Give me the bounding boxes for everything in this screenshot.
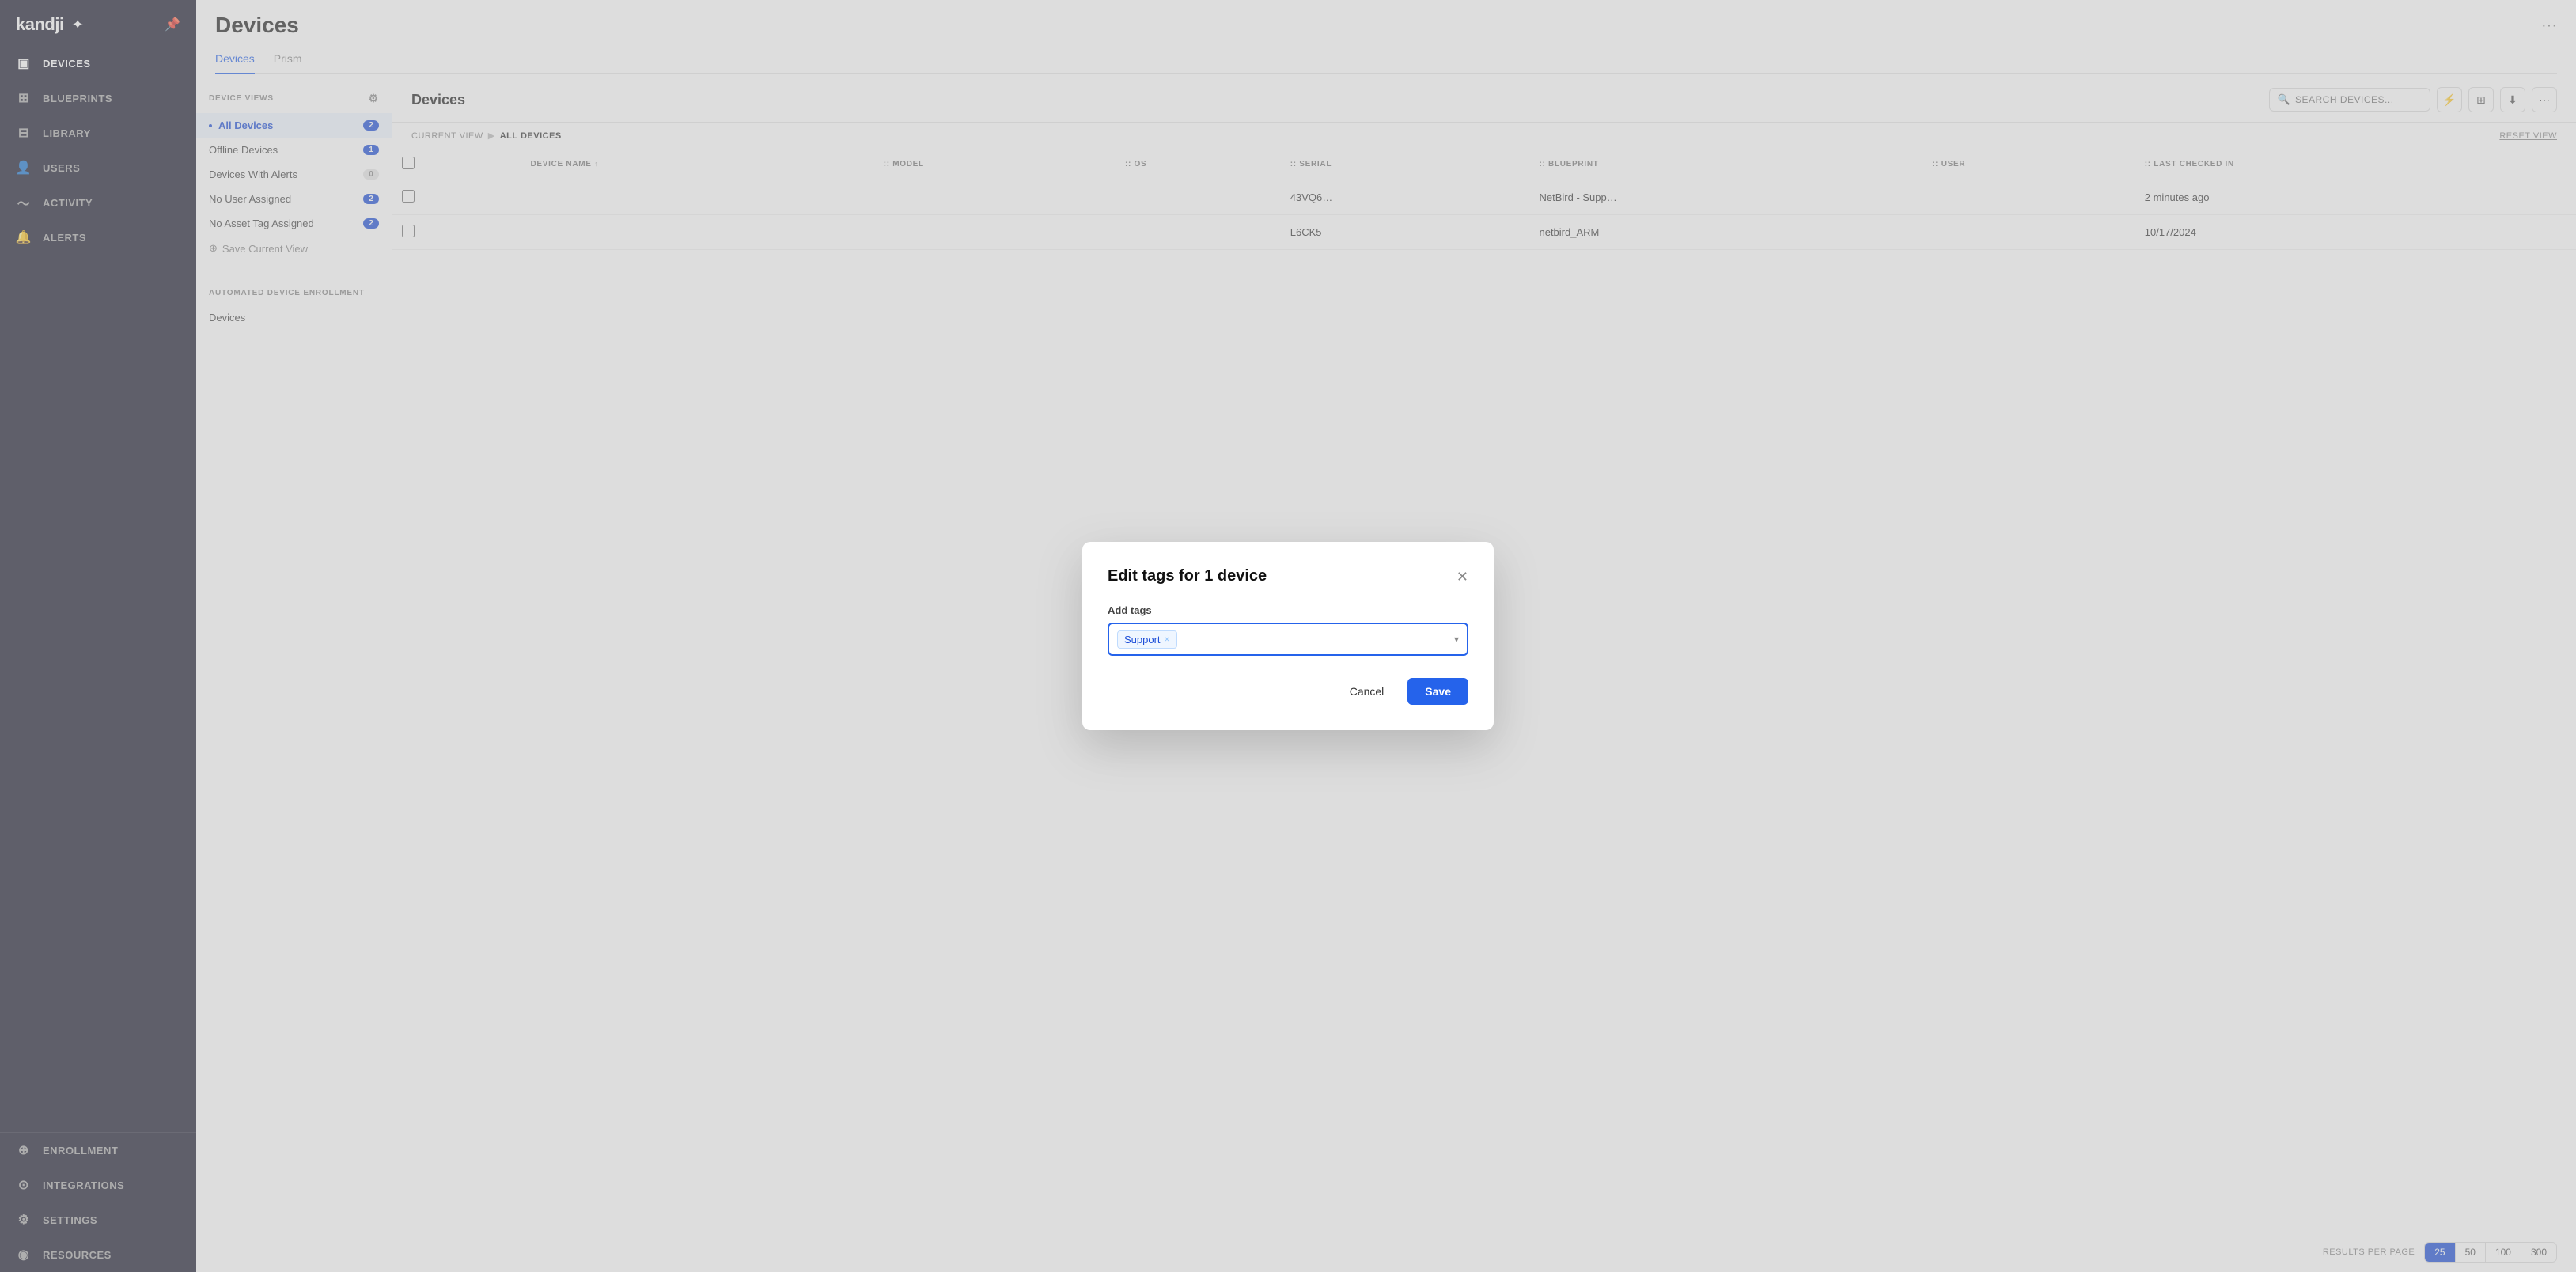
save-button[interactable]: Save [1407, 678, 1468, 705]
tag-chip-support: Support × [1117, 630, 1177, 649]
modal-add-tags-label: Add tags [1108, 604, 1468, 616]
modal-header: Edit tags for 1 device ✕ [1108, 567, 1468, 585]
tags-dropdown-arrow[interactable]: ▾ [1454, 634, 1459, 645]
tags-text-input[interactable] [1184, 634, 1448, 645]
modal-close-button[interactable]: ✕ [1457, 570, 1468, 584]
edit-tags-modal: Edit tags for 1 device ✕ Add tags Suppor… [1082, 542, 1494, 730]
cancel-button[interactable]: Cancel [1334, 678, 1400, 705]
modal-footer: Cancel Save [1108, 678, 1468, 705]
tag-chip-label: Support [1124, 634, 1161, 645]
modal-overlay: Edit tags for 1 device ✕ Add tags Suppor… [0, 0, 2576, 1272]
modal-title: Edit tags for 1 device [1108, 567, 1267, 585]
tag-chip-remove-button[interactable]: × [1165, 634, 1170, 644]
tags-input-container[interactable]: Support × ▾ [1108, 623, 1468, 656]
